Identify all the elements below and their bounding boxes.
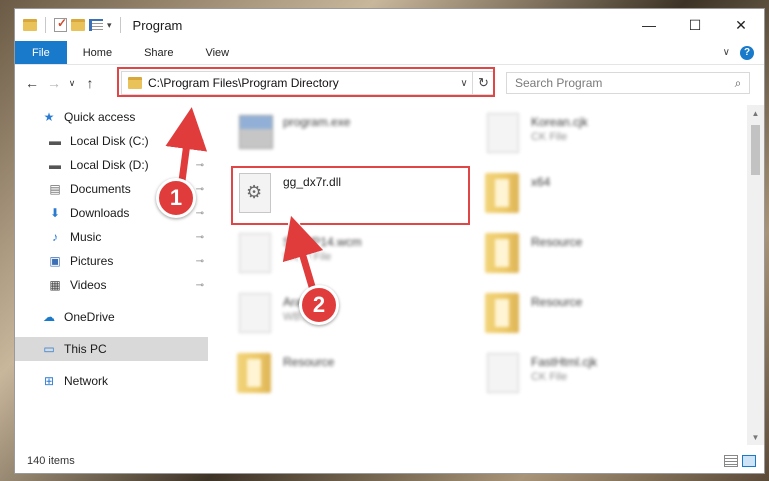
step-badge-2: 2 [299,285,339,325]
step-badge-1: 1 [156,178,196,218]
annotation-arrows [165,107,324,306]
